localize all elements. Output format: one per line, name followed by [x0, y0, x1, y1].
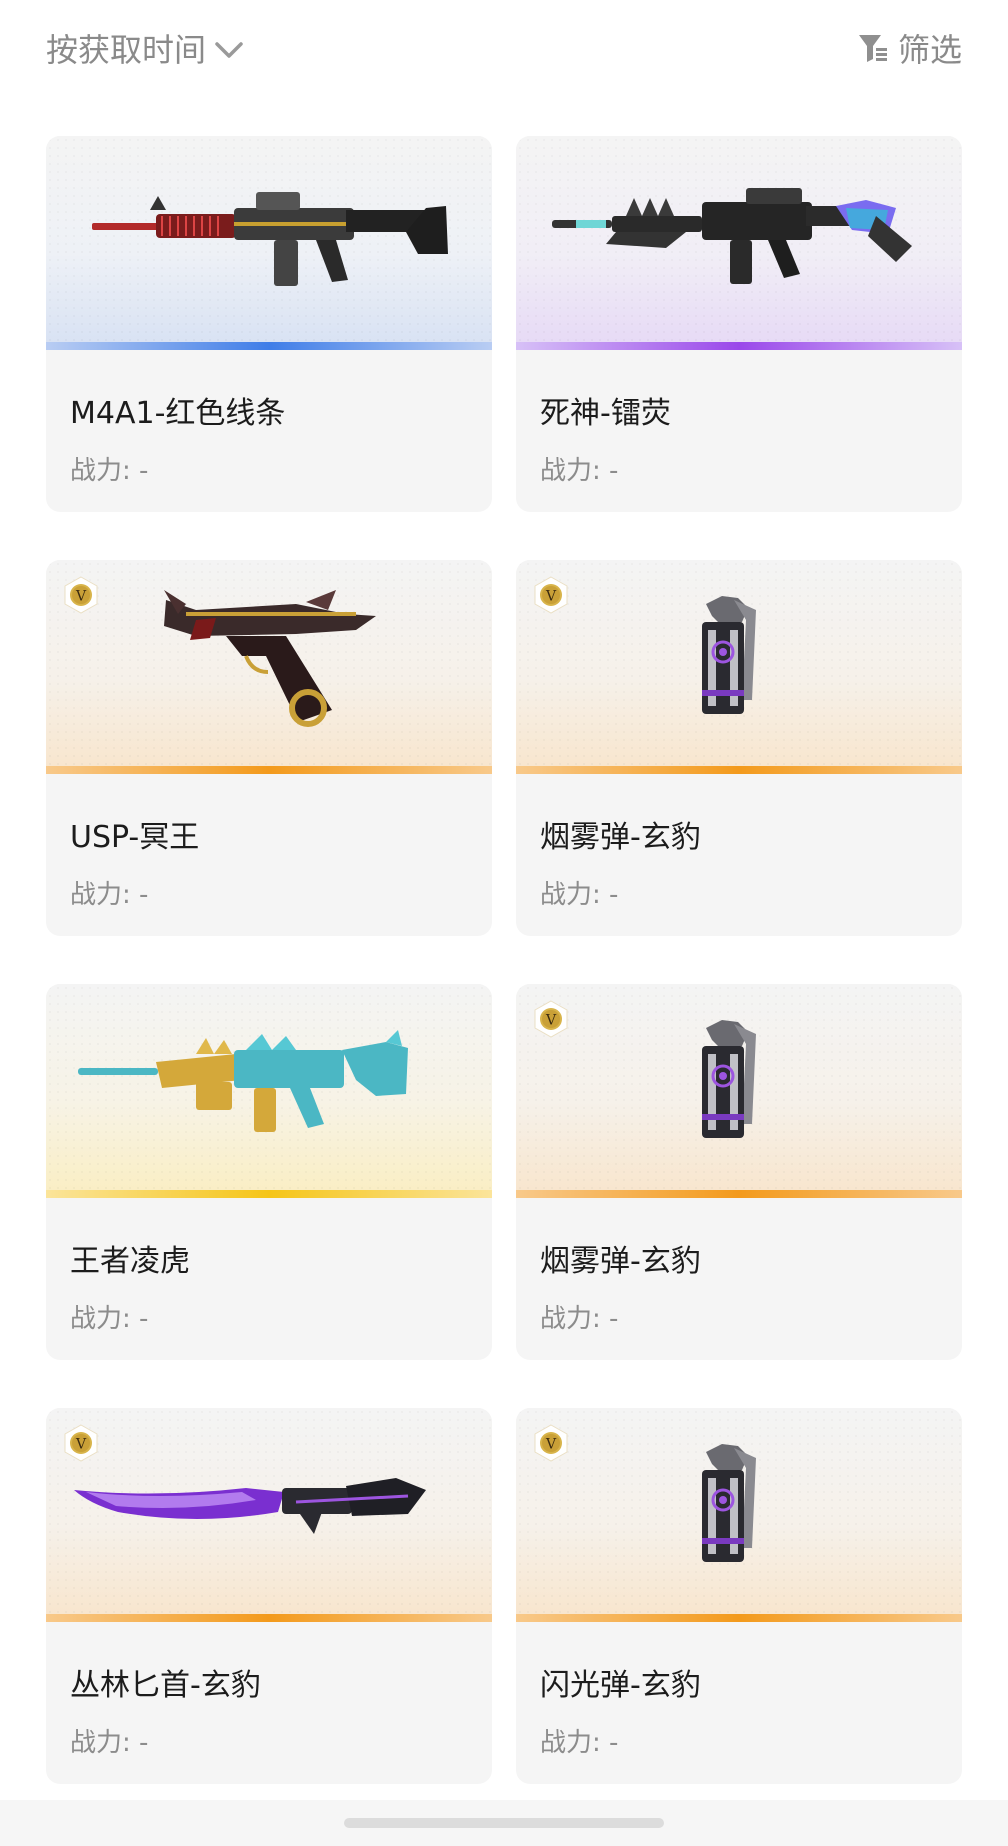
- item-name: 死神-镭荧: [540, 396, 671, 431]
- rarity-bar: [46, 1190, 492, 1198]
- item-image-area: V: [516, 560, 962, 774]
- item-card[interactable]: 死神-镭荧 战力: -: [516, 136, 962, 512]
- smoke-grenade-icon: [702, 596, 756, 714]
- item-image-area: [516, 136, 962, 350]
- rarity-bar: [516, 342, 962, 350]
- rarity-bar: [516, 1190, 962, 1198]
- item-name: M4A1-红色线条: [70, 396, 286, 431]
- filter-label: 筛选: [897, 31, 962, 69]
- sort-dropdown[interactable]: 按获取时间: [46, 24, 244, 72]
- item-card[interactable]: V 闪光弹-玄豹 战力: -: [516, 1408, 962, 1784]
- filter-button[interactable]: 筛选: [856, 24, 962, 72]
- item-card[interactable]: V 烟雾弹-玄豹 战力: -: [516, 984, 962, 1360]
- pistol-dragon-icon: [164, 590, 376, 727]
- item-power: 战力: -: [70, 1304, 149, 1334]
- item-grid: M4A1-红色线条 战力: - 死神-镭荧 战力: - V USP-冥王 战力:…: [46, 136, 962, 1784]
- item-power: 战力: -: [540, 880, 619, 910]
- item-power: 战力: -: [70, 1728, 149, 1758]
- item-name: 烟雾弹-玄豹: [540, 1244, 701, 1279]
- item-power: 战力: -: [540, 456, 619, 486]
- rarity-bar: [46, 1614, 492, 1622]
- home-indicator-bar: [0, 1800, 1008, 1846]
- item-power: 战力: -: [70, 880, 149, 910]
- knife-panther-icon: [74, 1478, 426, 1534]
- flash-grenade-icon: [702, 1444, 756, 1562]
- rarity-bar: [46, 342, 492, 350]
- item-power: 战力: -: [540, 1728, 619, 1758]
- rarity-bar: [516, 1614, 962, 1622]
- item-image-area: V: [46, 1408, 492, 1622]
- item-name: 闪光弹-玄豹: [540, 1668, 701, 1703]
- item-image-area: V: [516, 1408, 962, 1622]
- toolbar: 按获取时间 筛选: [0, 0, 1008, 100]
- item-image-area: V: [46, 560, 492, 774]
- rifle-neon-icon: [552, 188, 912, 284]
- item-image-area: V: [516, 984, 962, 1198]
- item-card[interactable]: V USP-冥王 战力: -: [46, 560, 492, 936]
- item-name: 烟雾弹-玄豹: [540, 820, 701, 855]
- item-card[interactable]: M4A1-红色线条 战力: -: [46, 136, 492, 512]
- item-card[interactable]: 王者凌虎 战力: -: [46, 984, 492, 1360]
- item-name: 王者凌虎: [70, 1244, 190, 1279]
- item-image-area: [46, 984, 492, 1198]
- funnel-icon: [858, 35, 887, 62]
- item-card[interactable]: V 丛林匕首-玄豹 战力: -: [46, 1408, 492, 1784]
- sort-label: 按获取时间: [46, 31, 207, 69]
- item-power: 战力: -: [540, 1304, 619, 1334]
- item-name: 丛林匕首-玄豹: [70, 1668, 261, 1703]
- rarity-bar: [516, 766, 962, 774]
- item-power: 战力: -: [70, 456, 149, 486]
- home-indicator-pill[interactable]: [344, 1818, 664, 1828]
- item-card[interactable]: V 烟雾弹-玄豹 战力: -: [516, 560, 962, 936]
- item-name: USP-冥王: [70, 820, 200, 855]
- rifle-tiger-icon: [78, 1030, 408, 1132]
- rarity-bar: [46, 766, 492, 774]
- chevron-down-icon: [215, 42, 243, 58]
- item-image-area: [46, 136, 492, 350]
- rifle-red-icon: [92, 192, 448, 286]
- smoke-grenade-icon: [702, 1020, 756, 1138]
